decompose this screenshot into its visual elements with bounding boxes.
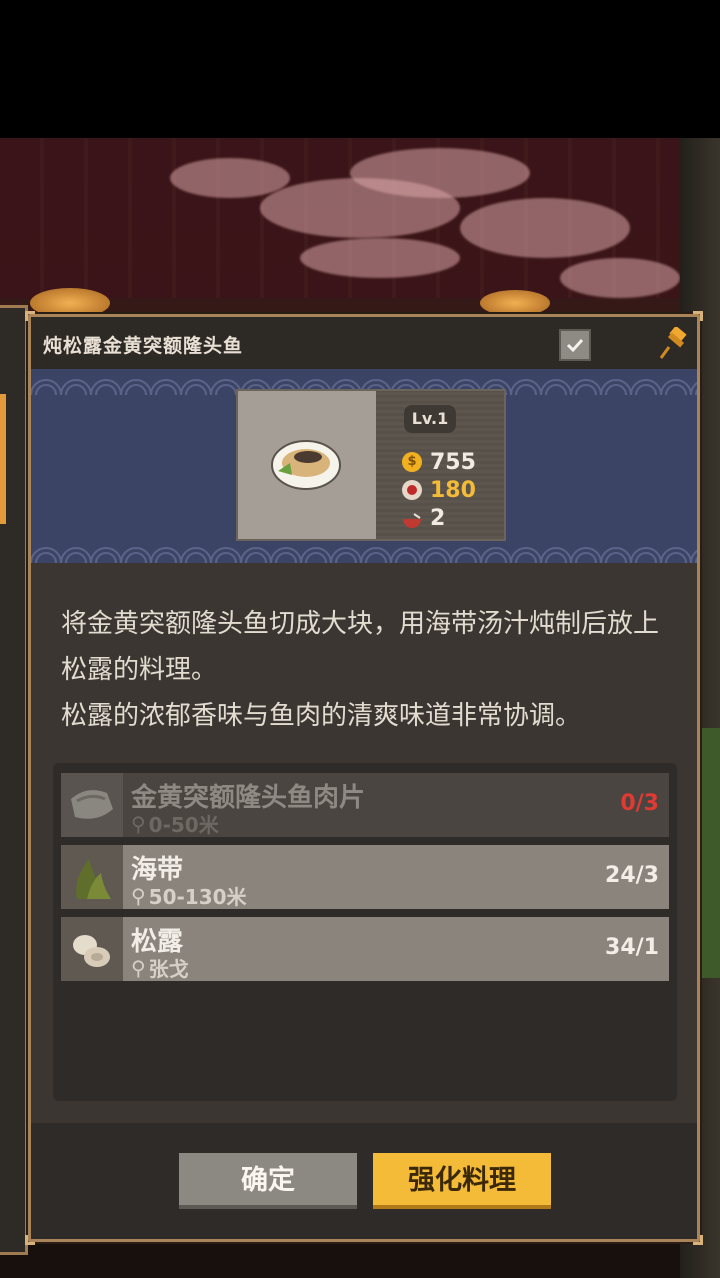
pin-icon[interactable]	[659, 325, 689, 361]
dish-title: 炖松露金黄突额隆头鱼	[43, 335, 244, 357]
dish-card: Lv.1 $ 755 180 2	[236, 389, 506, 541]
recipe-dialog: 炖松露金黄突额隆头鱼 Lv.1 $ 755 180 2 将金黄突额隆头鱼切成大块…	[25, 311, 703, 1245]
fans-icon	[402, 480, 422, 500]
ingredient-count: 24/3	[605, 863, 659, 888]
location-pin-icon: ⚲	[131, 955, 146, 980]
fish-fillet-icon	[61, 773, 123, 837]
side-tab-active[interactable]	[0, 394, 6, 524]
lantern	[480, 290, 550, 316]
cherry-blossom	[460, 198, 630, 258]
location-pin-icon: ⚲	[131, 811, 146, 836]
ingredient-row[interactable]: 海带 ⚲ 50-130米 24/3	[61, 845, 669, 909]
dish-description: 将金黄突额隆头鱼切成大块，用海带汤汁炖制后放上松露的料理。 松露的浓郁香味与鱼肉…	[61, 601, 671, 739]
dialog-titlebar: 炖松露金黄突额隆头鱼	[31, 317, 697, 369]
level-badge: Lv.1	[404, 405, 456, 433]
braised-fish-dish-icon	[271, 440, 341, 490]
kelp-icon	[61, 845, 123, 909]
price-row: $ 755	[402, 449, 476, 475]
coin-icon: $	[402, 452, 422, 472]
cherry-blossom	[560, 258, 680, 298]
price-value: 755	[430, 449, 476, 475]
confirm-button[interactable]: 确定	[179, 1153, 357, 1209]
location-pin-icon: ⚲	[131, 883, 146, 908]
fans-value: 180	[430, 477, 476, 503]
background-plant	[700, 728, 720, 978]
dish-stats: Lv.1 $ 755 180 2	[376, 391, 504, 539]
description-line: 松露的浓郁香味与鱼肉的清爽味道非常协调。	[61, 701, 582, 731]
dialog-footer: 确定 强化料理	[31, 1123, 697, 1239]
cherry-blossom	[300, 238, 460, 278]
dish-banner: Lv.1 $ 755 180 2	[31, 369, 697, 563]
enhance-dish-button[interactable]: 强化料理	[373, 1153, 551, 1209]
ingredient-location: ⚲ 0-50米	[131, 811, 219, 838]
ingredient-row[interactable]: 松露 ⚲ 张戈 34/1	[61, 917, 669, 981]
truffle-icon	[61, 917, 123, 981]
description-line: 将金黄突额隆头鱼切成大块，用海带汤汁炖制后放上松露的料理。	[61, 609, 660, 685]
side-panel	[0, 305, 28, 1255]
cherry-blossom	[350, 148, 530, 198]
portions-row: 2	[402, 505, 445, 531]
bowl-icon	[402, 510, 422, 528]
ingredient-location: ⚲ 张戈	[131, 955, 189, 982]
ingredient-count: 34/1	[605, 935, 659, 960]
ingredient-location: ⚲ 50-130米	[131, 883, 247, 910]
ingredient-list: 金黄突额隆头鱼肉片 ⚲ 0-50米 0/3 海带 ⚲ 50-130米 24/3	[53, 763, 677, 1101]
dish-image	[238, 391, 376, 539]
fans-row: 180	[402, 477, 476, 503]
ingredient-count: 0/3	[620, 791, 659, 816]
portions-value: 2	[430, 505, 446, 531]
ingredient-row[interactable]: 金黄突额隆头鱼肉片 ⚲ 0-50米 0/3	[61, 773, 669, 837]
checkbox-icon[interactable]	[559, 329, 591, 361]
cherry-blossom	[170, 158, 290, 198]
